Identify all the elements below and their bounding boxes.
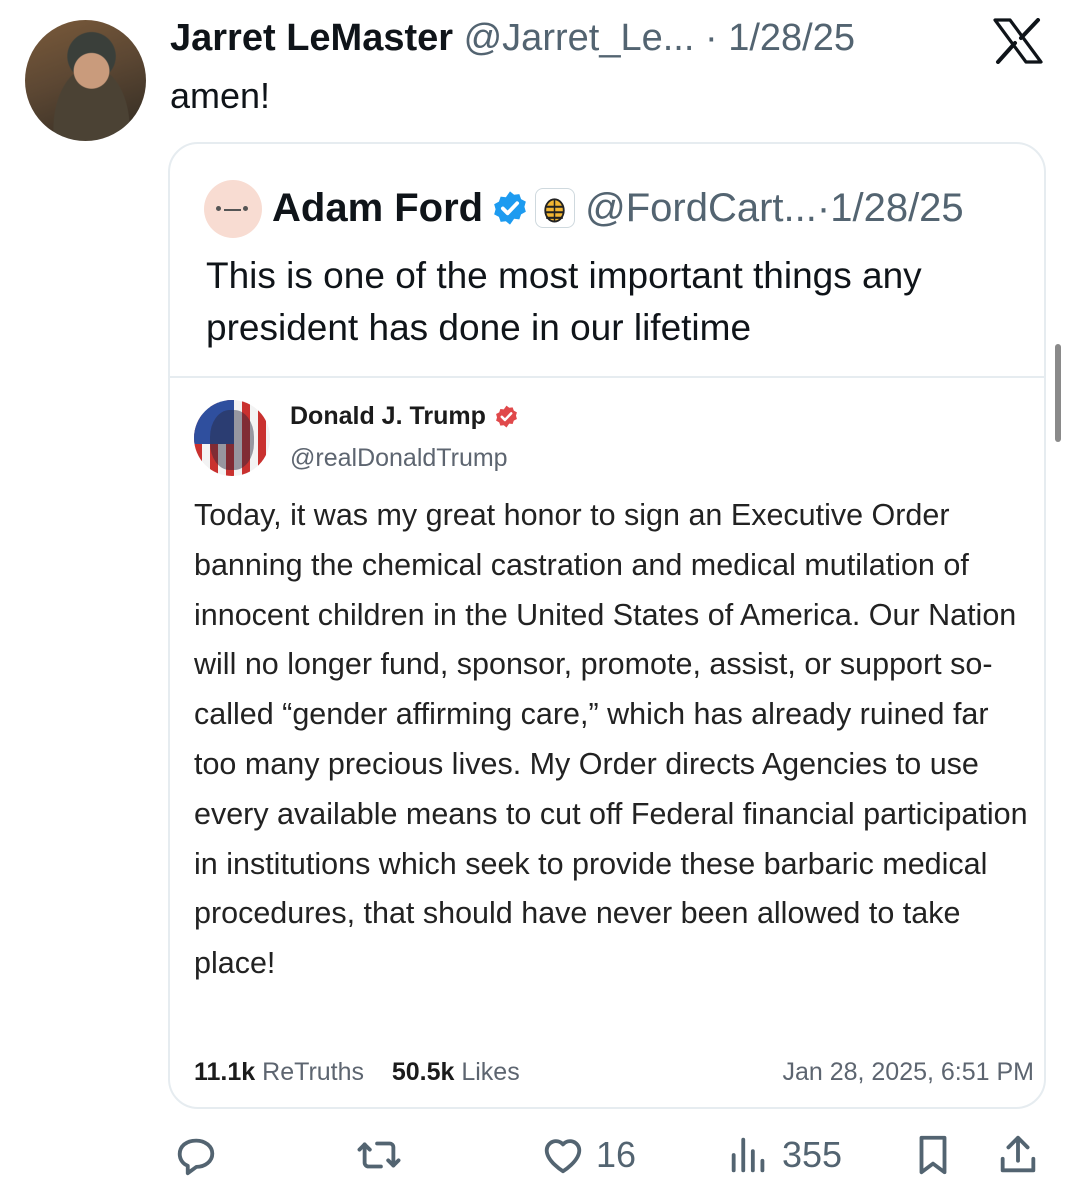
truth-verified-icon bbox=[495, 405, 517, 428]
tweet-date[interactable]: 1/28/25 bbox=[728, 17, 855, 59]
like-count: 16 bbox=[596, 1134, 637, 1175]
share-icon bbox=[1000, 1135, 1036, 1173]
retweet-icon bbox=[357, 1141, 401, 1169]
verified-badge-icon bbox=[494, 191, 526, 225]
quote-text: This is one of the most important things… bbox=[206, 255, 922, 348]
x-logo-icon bbox=[993, 18, 1043, 64]
truth-author-name: Donald J. Trump bbox=[290, 402, 486, 430]
divider bbox=[170, 376, 1044, 378]
action-bar: 16 355 bbox=[0, 1125, 1071, 1185]
quote-header: Adam Ford @FordCart... · 1/28/25 bbox=[272, 182, 964, 234]
scrollbar[interactable] bbox=[1055, 344, 1061, 442]
truth-author-name-row: Donald J. Trump bbox=[290, 402, 519, 431]
truth-stats: 11.1k ReTruths 50.5k Likes bbox=[194, 1058, 520, 1087]
tweet-text: amen! bbox=[170, 75, 271, 116]
author-avatar[interactable] bbox=[25, 20, 146, 141]
quote-author-handle[interactable]: @FordCart... bbox=[585, 182, 817, 234]
like-button[interactable]: 16 bbox=[540, 1125, 636, 1185]
author-name[interactable]: Jarret LeMaster bbox=[170, 17, 453, 59]
quote-author-name[interactable]: Adam Ford bbox=[272, 182, 483, 234]
babylon-bee-icon bbox=[535, 188, 576, 228]
truth-timestamp: Jan 28, 2025, 6:51 PM bbox=[782, 1058, 1034, 1086]
likes-count: 50.5k bbox=[391, 1058, 455, 1086]
views-button[interactable]: 355 bbox=[726, 1125, 842, 1185]
truth-author-handle: @realDonaldTrump bbox=[290, 444, 508, 472]
quote-date[interactable]: 1/28/25 bbox=[830, 182, 963, 234]
views-count: 355 bbox=[782, 1134, 843, 1175]
tweet-header: Jarret LeMaster @Jarret_Le... · 1/28/25 bbox=[170, 14, 855, 62]
reply-button[interactable] bbox=[173, 1125, 219, 1185]
retruths-count: 11.1k bbox=[194, 1058, 256, 1086]
views-icon bbox=[731, 1137, 765, 1173]
truth-body: Today, it was my great honor to sign an … bbox=[194, 498, 1028, 981]
retweet-button[interactable] bbox=[356, 1125, 402, 1185]
reply-icon bbox=[177, 1138, 215, 1176]
bookmark-icon bbox=[919, 1135, 947, 1175]
truth-author-avatar bbox=[194, 400, 270, 476]
like-icon bbox=[544, 1139, 582, 1174]
quoted-tweet[interactable]: Adam Ford @FordCart... · 1/28/25 This is… bbox=[168, 142, 1046, 1109]
share-button[interactable] bbox=[995, 1125, 1041, 1185]
bookmark-button[interactable] bbox=[910, 1125, 956, 1185]
likes-label: Likes bbox=[461, 1058, 520, 1086]
meta-separator: · bbox=[704, 17, 718, 59]
author-handle[interactable]: @Jarret_Le... bbox=[464, 17, 695, 59]
meta-separator: · bbox=[816, 186, 831, 230]
retruths-label: ReTruths bbox=[262, 1058, 365, 1086]
quote-author-avatar[interactable] bbox=[204, 180, 262, 238]
